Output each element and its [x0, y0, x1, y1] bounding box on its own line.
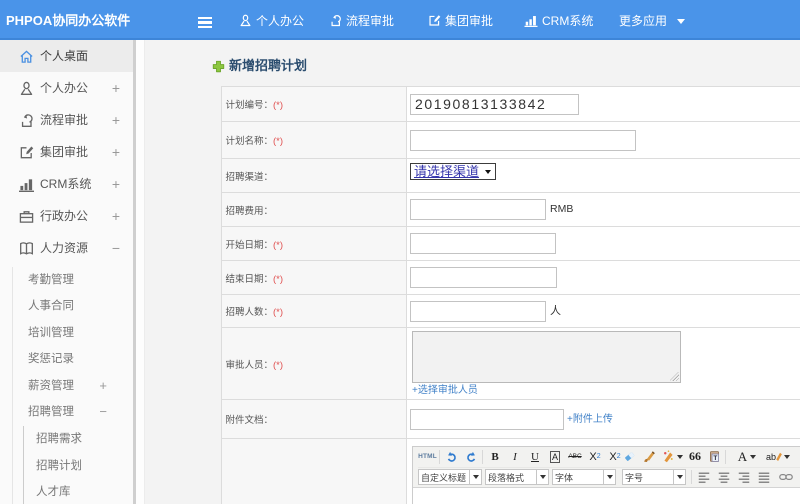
- svg-text:T: T: [713, 455, 717, 462]
